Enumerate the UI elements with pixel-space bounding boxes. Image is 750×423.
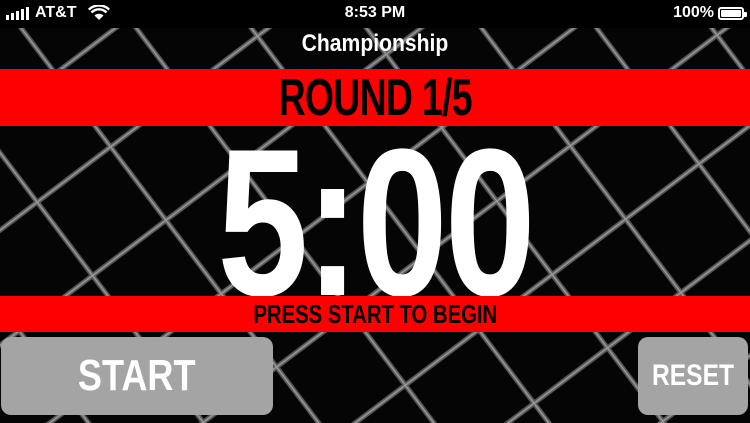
start-button[interactable]: START [1,337,273,415]
status-message: PRESS START TO BEGIN [253,299,497,329]
status-banner: PRESS START TO BEGIN [0,296,750,332]
battery-percent: 100% [673,4,714,21]
status-bar: AT&T 8:53 PM 100% [0,0,750,28]
battery-icon [718,6,747,20]
reset-button-label: RESET [651,359,735,392]
event-title: Championship [301,30,449,57]
fight-timer-screen: AT&T 8:53 PM 100% Championship ROUND 1/5… [0,0,750,423]
reset-button[interactable]: RESET [638,337,748,415]
status-bar-right: 100% [673,4,747,22]
start-button-label: START [78,351,196,400]
clock-time: 8:53 PM [344,4,406,21]
